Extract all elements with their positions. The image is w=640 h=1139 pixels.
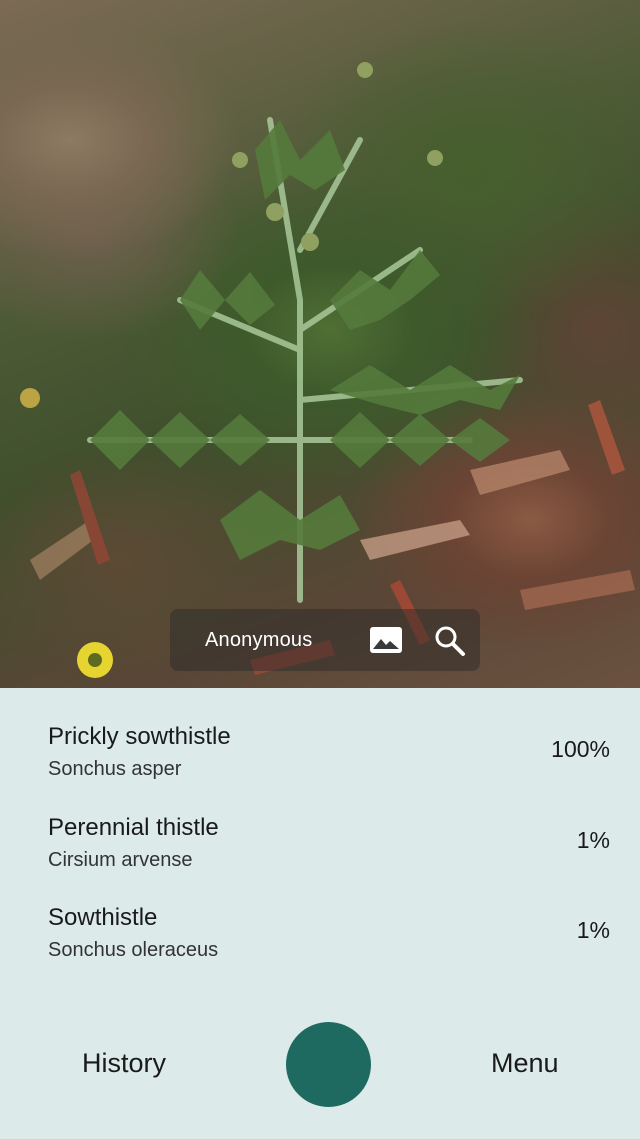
confidence-value: 100% [551,736,610,762]
scientific-name: Cirsium arvense [48,849,193,871]
scientific-name: Sonchus asper [48,758,182,780]
history-button[interactable]: History [82,1048,166,1079]
plant-photo [20,62,635,678]
camera-preview[interactable]: Anonymous [0,0,640,688]
common-name: Perennial thistle [48,814,219,841]
confidence-value: 1% [576,917,610,943]
menu-button[interactable]: Menu [491,1048,559,1079]
result-row[interactable]: Sowthistle Sonchus oleraceus 1% [0,904,640,984]
photo-info-bar: Anonymous [170,609,480,671]
confidence-value: 1% [576,827,610,853]
image-icon[interactable] [369,626,403,654]
common-name: Sowthistle [48,904,158,931]
result-row[interactable]: Prickly sowthistle Sonchus asper 100% [0,723,640,803]
search-icon[interactable] [433,624,467,658]
common-name: Prickly sowthistle [48,723,231,750]
scientific-name: Sonchus oleraceus [48,939,219,961]
capture-button[interactable] [286,1022,371,1107]
user-label: Anonymous [205,629,313,651]
result-row[interactable]: Perennial thistle Cirsium arvense 1% [0,814,640,894]
